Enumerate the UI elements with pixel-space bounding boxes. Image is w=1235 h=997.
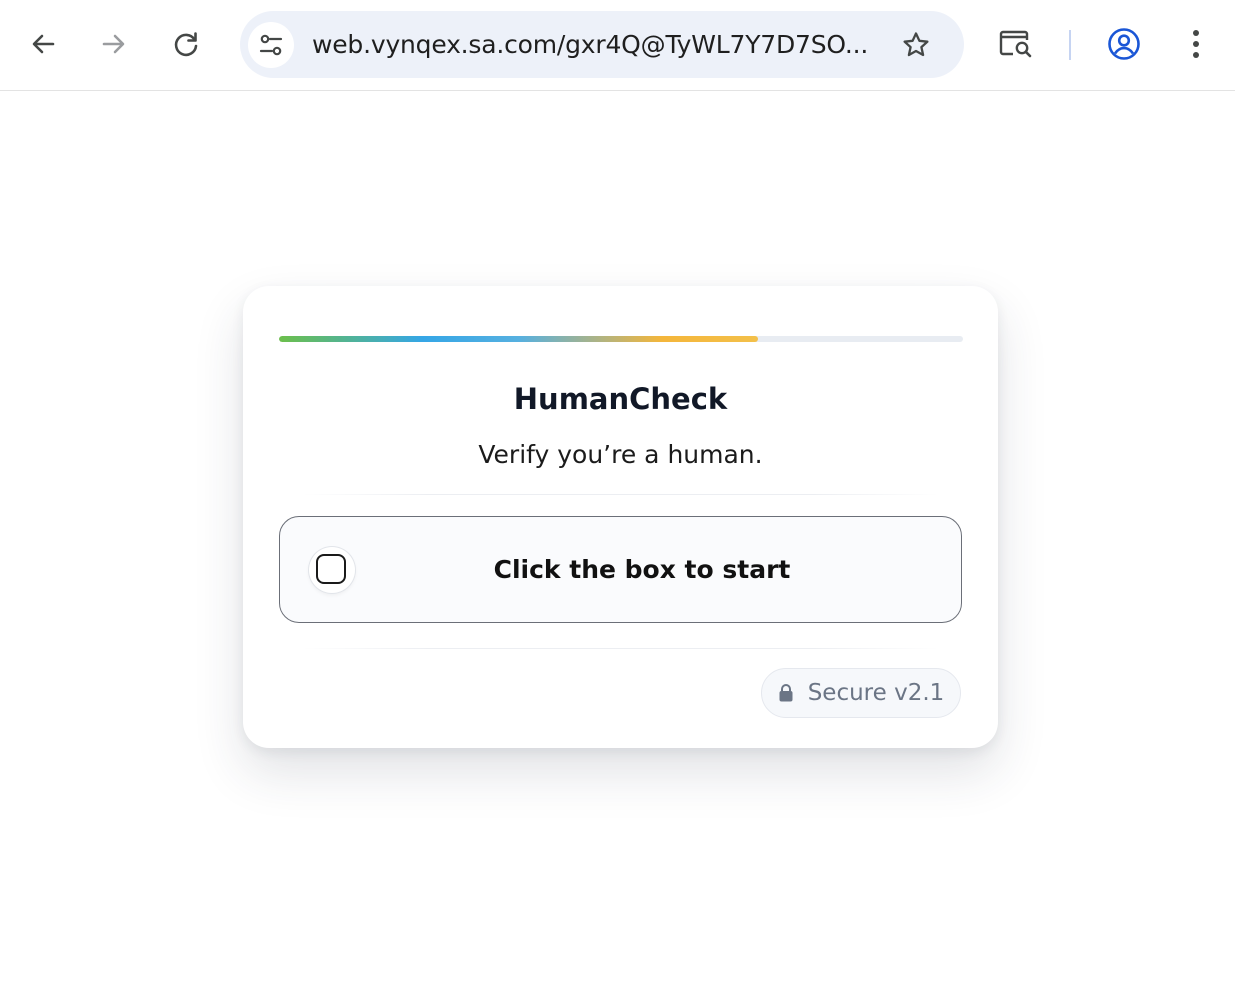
profile-button[interactable] bbox=[1102, 22, 1146, 66]
reload-icon bbox=[174, 32, 198, 57]
secure-badge: Secure v2.1 bbox=[761, 668, 961, 718]
back-button[interactable] bbox=[21, 22, 65, 66]
reload-button[interactable] bbox=[164, 22, 208, 66]
badge-text: Secure v2.1 bbox=[807, 680, 945, 706]
site-info-button[interactable] bbox=[248, 22, 294, 68]
progress-bar bbox=[279, 336, 963, 342]
lock-icon bbox=[779, 684, 793, 702]
forward-button[interactable] bbox=[92, 22, 136, 66]
browser-toolbar: web.vynqex.sa.com/gxr4Q@TyWL7Y7D7SO... bbox=[0, 0, 1235, 91]
lens-button[interactable] bbox=[994, 22, 1038, 66]
progress-fill bbox=[279, 336, 758, 342]
captcha-card: HumanCheck Verify you’re a human. Click … bbox=[243, 286, 998, 748]
arrow-left-icon bbox=[32, 34, 55, 54]
arrow-right-icon bbox=[102, 34, 125, 54]
tune-icon bbox=[259, 34, 283, 56]
search-page-icon bbox=[999, 30, 1032, 58]
card-title: HumanCheck bbox=[513, 382, 728, 416]
address-bar[interactable]: web.vynqex.sa.com/gxr4Q@TyWL7Y7D7SO... bbox=[240, 11, 964, 78]
checkbox-ring[interactable] bbox=[309, 547, 355, 593]
menu-button[interactable] bbox=[1174, 22, 1218, 66]
more-vertical-icon bbox=[1193, 30, 1199, 58]
account-icon bbox=[1108, 28, 1140, 60]
checkbox-label[interactable]: Click the box to start bbox=[400, 517, 884, 622]
divider bbox=[303, 648, 939, 649]
verify-checkbox-panel[interactable]: Click the box to start bbox=[279, 516, 962, 623]
verify-checkbox[interactable] bbox=[316, 554, 346, 584]
url-text[interactable]: web.vynqex.sa.com/gxr4Q@TyWL7Y7D7SO... bbox=[312, 11, 868, 78]
star-icon bbox=[903, 32, 929, 57]
card-subtitle: Verify you’re a human. bbox=[478, 440, 763, 469]
divider bbox=[303, 494, 939, 495]
bookmark-button[interactable] bbox=[894, 23, 938, 67]
toolbar-divider bbox=[1069, 30, 1071, 60]
